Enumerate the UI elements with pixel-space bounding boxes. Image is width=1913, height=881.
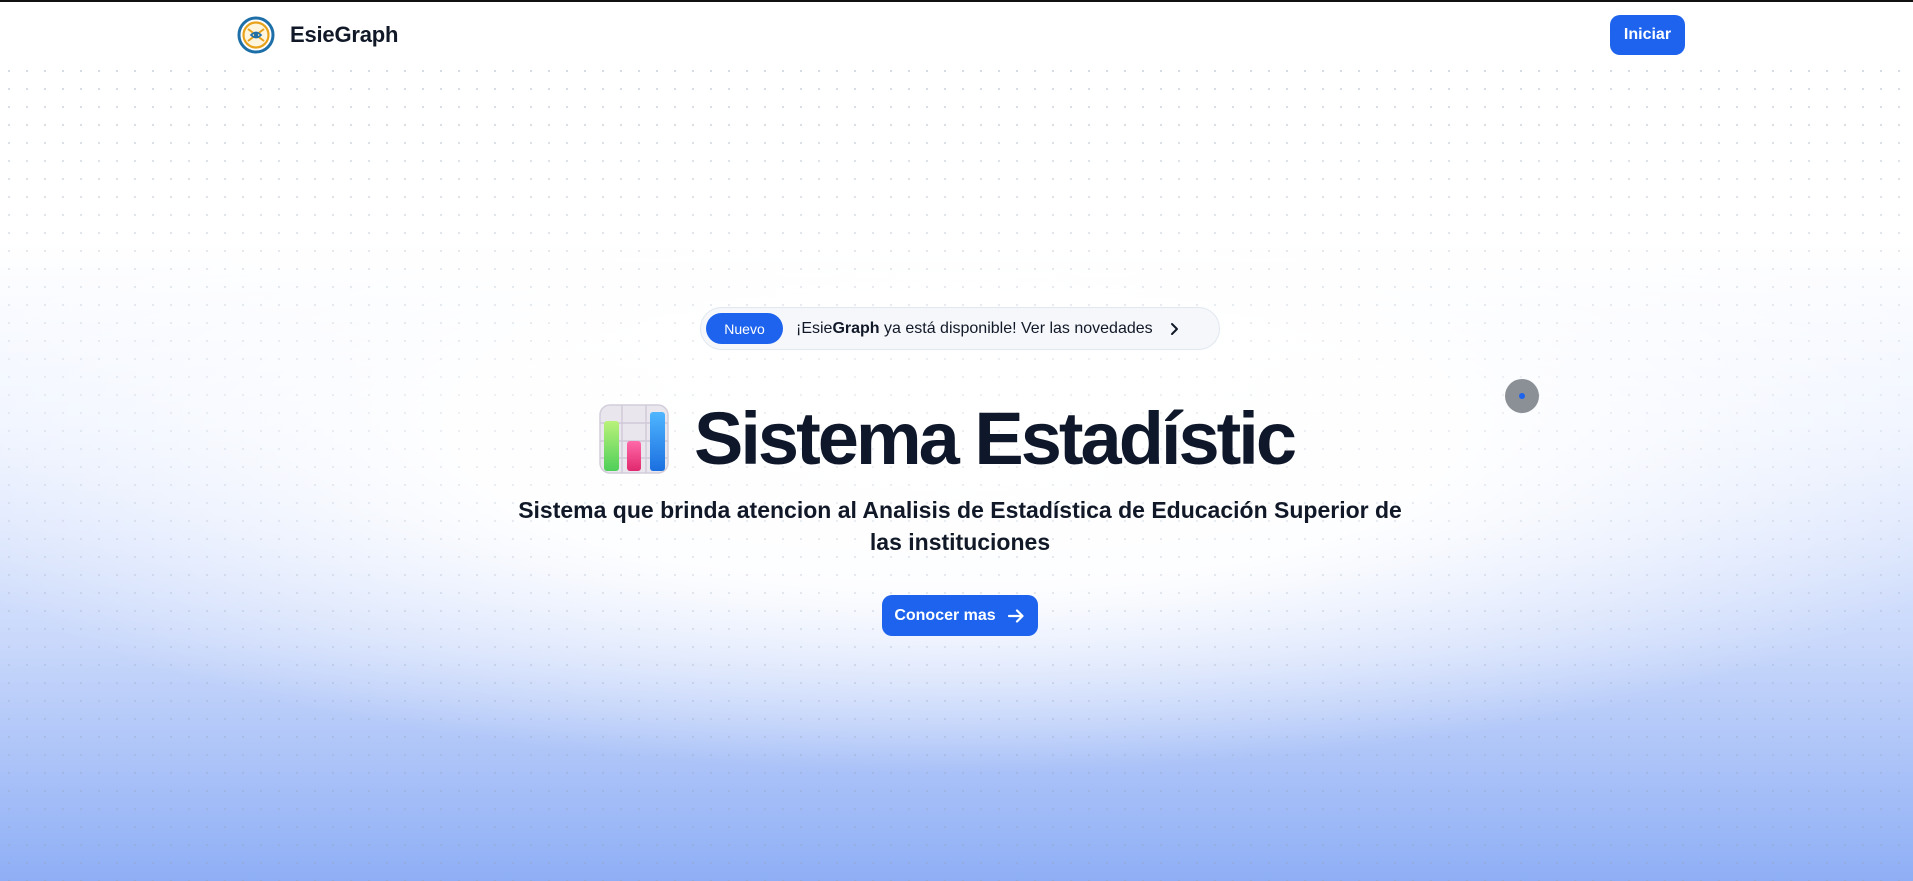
hero-title: Sistema Estadístic — [598, 397, 1297, 480]
announcement-pill[interactable]: Nuevo ¡EsieGraph ya está disponible! Ver… — [700, 307, 1220, 350]
hero-title-text: Sistema Estadístic — [694, 397, 1297, 480]
globe-logo-icon — [237, 16, 275, 54]
login-button[interactable]: Iniciar — [1610, 15, 1685, 55]
announcement-text-suffix: ya está disponible! Ver las novedades — [879, 319, 1153, 337]
floating-indicator — [1505, 379, 1539, 413]
brand-name: EsieGraph — [290, 22, 399, 47]
floating-indicator-dot — [1519, 393, 1525, 399]
arrow-right-icon — [1007, 608, 1024, 623]
bar-chart-icon — [599, 404, 669, 474]
announcement-text: ¡EsieGraph ya está disponible! Ver las n… — [796, 320, 1153, 338]
brand-link[interactable]: EsieGraph — [237, 16, 398, 54]
hero-subtitle: Sistema que brinda atencion al Analisis … — [518, 497, 1402, 555]
learn-more-label: Conocer mas — [894, 606, 996, 624]
learn-more-button[interactable]: Conocer mas — [882, 595, 1038, 636]
chevron-right-icon — [1170, 322, 1178, 335]
new-badge: Nuevo — [706, 313, 783, 344]
page: EsieGraph Iniciar Nuevo ¡EsieGraph ya es… — [0, 0, 1913, 881]
announcement-text-prefix: ¡Esie — [796, 319, 833, 337]
announcement-text-bold: Graph — [832, 319, 880, 337]
top-navbar: EsieGraph Iniciar — [0, 2, 1913, 68]
